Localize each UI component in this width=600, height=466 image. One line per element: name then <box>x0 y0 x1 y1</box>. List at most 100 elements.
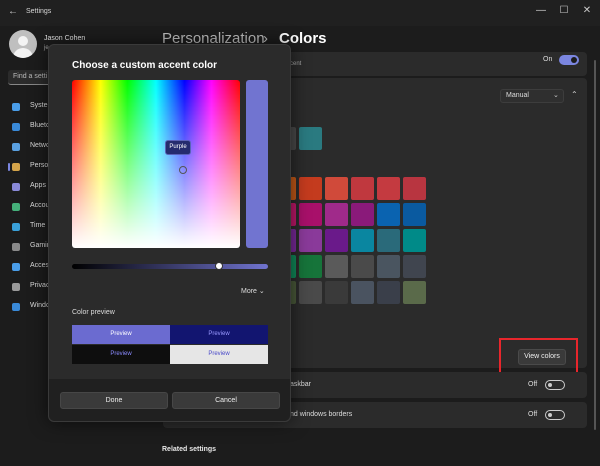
windows-color-swatch[interactable] <box>403 255 426 278</box>
sidebar-item-7[interactable]: Gamin <box>8 240 51 254</box>
sidebar-item-label: Perso <box>30 162 49 169</box>
windows-color-swatch[interactable] <box>299 203 322 226</box>
windows-color-swatch[interactable] <box>377 229 400 252</box>
user-name: Jason Cohen <box>44 35 86 42</box>
minimize-button[interactable]: — <box>534 4 548 18</box>
highlight-box <box>499 338 578 374</box>
recent-color-swatch[interactable] <box>299 127 322 150</box>
color-name-tooltip: Purple <box>165 140 191 155</box>
sidebar-item-icon <box>12 163 20 171</box>
windows-color-swatch[interactable] <box>351 229 374 252</box>
color-preview-tile: Preview <box>72 345 170 364</box>
cancel-button[interactable]: Cancel <box>172 392 280 409</box>
taskbar-label: askbar <box>290 381 312 388</box>
windows-color-swatch[interactable] <box>351 281 374 304</box>
sidebar-item-5[interactable]: Accou <box>8 200 50 214</box>
close-button[interactable]: ✕ <box>580 4 594 18</box>
chevron-up-icon[interactable]: ⌃ <box>571 90 578 99</box>
sidebar-item-icon <box>12 143 20 151</box>
chevron-down-icon: ⌄ <box>553 92 559 99</box>
taskbar-state: Off <box>528 381 538 388</box>
color-spectrum[interactable] <box>72 80 240 248</box>
sidebar-item-icon <box>12 243 20 251</box>
chevron-down-icon: ⌄ <box>258 288 265 295</box>
borders-state: Off <box>528 411 538 418</box>
sidebar-item-1[interactable]: Blueto <box>8 120 50 134</box>
sidebar-item-2[interactable]: Netwo <box>8 140 50 154</box>
windows-color-swatch[interactable] <box>325 281 348 304</box>
windows-color-swatch[interactable] <box>403 281 426 304</box>
transparency-toggle[interactable] <box>559 55 579 65</box>
sidebar-item-6[interactable]: Time <box>8 220 48 234</box>
color-preview-tile: Preview <box>72 325 170 344</box>
accent-mode-value: Manual <box>506 92 529 99</box>
current-color-swatch <box>246 80 268 248</box>
app-title: Settings <box>26 8 52 15</box>
sidebar-item-4[interactable]: Apps <box>8 180 48 194</box>
color-picker-handle[interactable] <box>179 166 187 174</box>
sidebar-item-3[interactable]: Perso <box>8 160 48 174</box>
sidebar-item-icon <box>12 183 20 191</box>
sidebar-item-icon <box>12 103 20 111</box>
sidebar-item-label: Windo <box>30 302 50 309</box>
search-placeholder: Find a setti <box>13 73 48 80</box>
windows-color-swatch[interactable] <box>377 281 400 304</box>
windows-color-swatch[interactable] <box>299 177 322 200</box>
color-preview-tile: Preview <box>170 345 268 364</box>
transparency-state: On <box>543 56 553 63</box>
windows-color-swatch[interactable] <box>325 229 348 252</box>
maximize-button[interactable]: ☐ <box>557 4 571 18</box>
sidebar-item-8[interactable]: Acces <box>8 260 50 274</box>
sidebar-item-icon <box>12 203 20 211</box>
done-button[interactable]: Done <box>60 392 168 409</box>
sidebar-item-icon <box>12 283 20 291</box>
sidebar-item-0[interactable]: Syste <box>8 100 48 114</box>
windows-color-swatch[interactable] <box>377 177 400 200</box>
title-bar <box>0 0 600 26</box>
related-settings-heading: Related settings <box>162 446 217 453</box>
sidebar-item-icon <box>12 123 20 131</box>
more-button[interactable]: More ⌄ <box>241 287 265 295</box>
active-indicator <box>8 163 10 171</box>
brightness-slider[interactable] <box>72 264 268 269</box>
sidebar-item-label: Blueto <box>30 122 50 129</box>
avatar[interactable] <box>9 30 37 58</box>
sidebar-item-label: Acces <box>30 262 50 269</box>
windows-color-swatch[interactable] <box>299 229 322 252</box>
windows-color-swatch[interactable] <box>403 229 426 252</box>
sidebar-item-10[interactable]: Windo <box>8 300 50 314</box>
windows-color-swatch[interactable] <box>403 203 426 226</box>
taskbar-toggle[interactable] <box>545 380 565 390</box>
sidebar-item-label: Time <box>30 222 46 229</box>
windows-color-swatch[interactable] <box>325 255 348 278</box>
windows-color-swatch[interactable] <box>299 281 322 304</box>
brightness-slider-thumb[interactable] <box>215 262 223 270</box>
back-arrow-icon[interactable]: ← <box>8 6 20 18</box>
windows-color-swatch[interactable] <box>325 203 348 226</box>
sidebar-item-9[interactable]: Privac <box>8 280 50 294</box>
sidebar-item-icon <box>12 263 20 271</box>
sidebar-item-label: Privac <box>30 282 50 289</box>
borders-toggle[interactable] <box>545 410 565 420</box>
dialog-title: Choose a custom accent color <box>72 60 218 71</box>
sidebar-item-icon <box>12 223 20 231</box>
windows-color-swatch[interactable] <box>299 255 322 278</box>
scrollbar[interactable] <box>594 60 596 430</box>
windows-color-swatch[interactable] <box>351 255 374 278</box>
windows-color-swatch[interactable] <box>377 203 400 226</box>
sidebar-item-icon <box>12 303 20 311</box>
transparency-label: cent <box>290 61 302 67</box>
windows-color-swatch[interactable] <box>325 177 348 200</box>
more-label: More <box>241 288 257 295</box>
sidebar-item-label: Netwo <box>30 142 50 149</box>
color-preview-tile: Preview <box>170 325 268 344</box>
windows-color-swatch[interactable] <box>351 177 374 200</box>
color-preview-label: Color preview <box>72 309 115 316</box>
windows-color-swatch[interactable] <box>351 203 374 226</box>
borders-label: nd windows borders <box>290 411 353 418</box>
sidebar-item-label: Apps <box>30 182 46 189</box>
windows-color-swatch[interactable] <box>403 177 426 200</box>
windows-color-swatch[interactable] <box>377 255 400 278</box>
sidebar-item-label: Syste <box>30 102 48 109</box>
sidebar-item-label: Accou <box>30 202 50 209</box>
